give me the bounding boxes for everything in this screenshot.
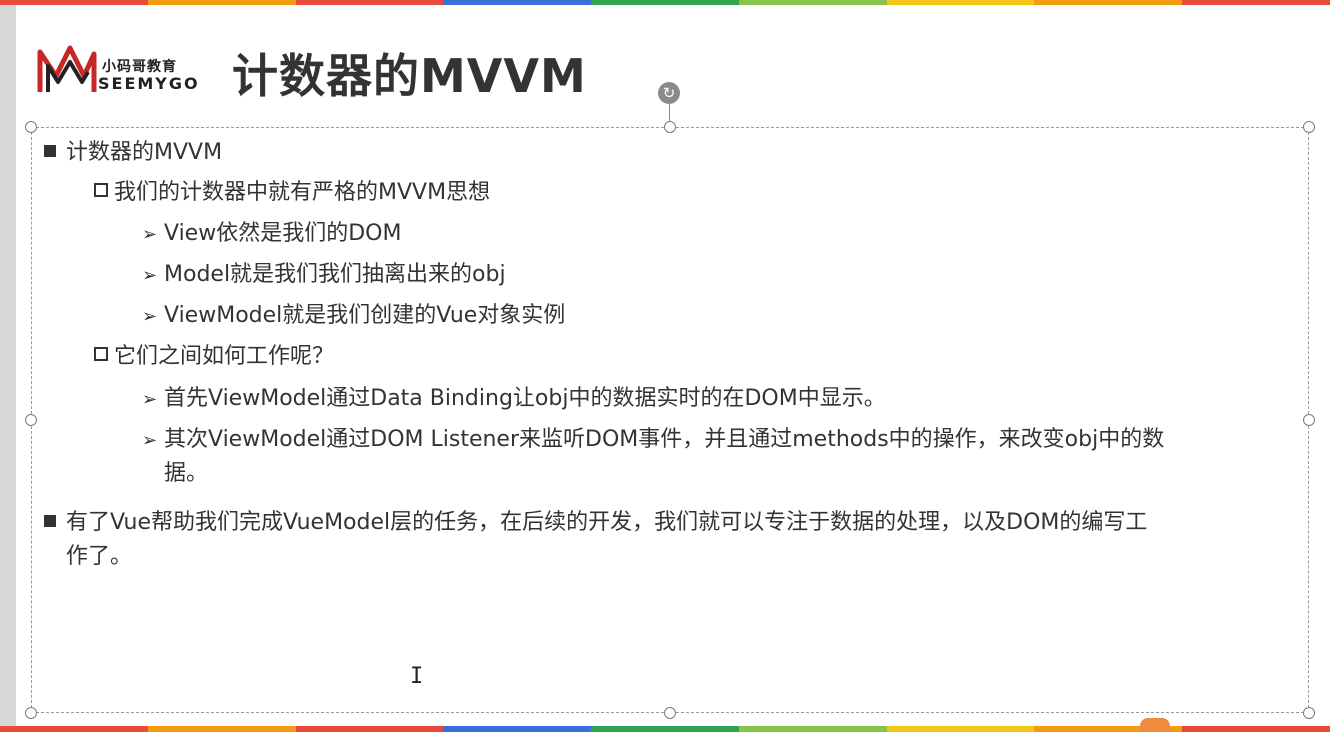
bullet-level3: ➢ 其次ViewModel通过DOM Listener来监听DOM事件，并且通过m…: [142, 426, 1164, 455]
arrow-bullet-icon: ➢: [142, 389, 158, 410]
rotate-handle-stem: [669, 104, 670, 122]
seemygo-logo: 小码哥教育 SEEMYGO: [36, 40, 206, 100]
slide-title[interactable]: 计数器的MVVM: [232, 40, 587, 106]
bullet-text[interactable]: 首先ViewModel通过Data Binding让obj中的数据实时的在DOM…: [164, 386, 886, 411]
arrow-bullet-icon: ➢: [142, 265, 158, 286]
resize-handle-top[interactable]: [664, 121, 676, 133]
bullet-level1: 计数器的MVVM: [44, 139, 222, 167]
square-bullet-icon: [44, 515, 56, 527]
resize-handle-right[interactable]: [1303, 414, 1315, 426]
bullet-continuation[interactable]: 作了。: [66, 543, 132, 571]
resize-handle-bottom[interactable]: [664, 707, 676, 719]
bullet-level3: ➢ ViewModel就是我们创建的Vue对象实例: [142, 302, 565, 331]
arrow-bullet-icon: ➢: [142, 430, 158, 451]
hollow-square-bullet-icon: [94, 183, 108, 197]
bullet-text[interactable]: 我们的计数器中就有严格的MVVM思想: [114, 180, 490, 205]
bullet-level3: ➢ View依然是我们的DOM: [142, 220, 401, 249]
bullet-level3: ➢ 首先ViewModel通过Data Binding让obj中的数据实时的在DO…: [142, 385, 886, 414]
bullet-text[interactable]: 其次ViewModel通过DOM Listener来监听DOM事件，并且通过me…: [164, 427, 1164, 452]
bullet-text[interactable]: Model就是我们我们抽离出来的obj: [164, 262, 506, 287]
bullet-level1: 有了Vue帮助我们完成VueModel层的任务，在后续的开发，我们就可以专注于数…: [44, 509, 1147, 537]
logo-english-text: SEEMYGO: [98, 74, 200, 93]
slide-left-edge: [0, 5, 16, 726]
bullet-continuation[interactable]: 据。: [164, 460, 208, 488]
resize-handle-left[interactable]: [25, 414, 37, 426]
bullet-level2: 它们之间如何工作呢？: [94, 343, 334, 371]
rotate-handle-icon[interactable]: ↻: [658, 82, 680, 104]
hollow-square-bullet-icon: [94, 347, 108, 361]
text-cursor-icon: I: [410, 664, 424, 689]
bullet-text[interactable]: View依然是我们的DOM: [164, 221, 401, 246]
bullet-text[interactable]: ViewModel就是我们创建的Vue对象实例: [164, 303, 565, 328]
arrow-bullet-icon: ➢: [142, 306, 158, 327]
resize-handle-top-left[interactable]: [25, 121, 37, 133]
resize-handle-top-right[interactable]: [1303, 121, 1315, 133]
bullet-level2: 我们的计数器中就有严格的MVVM思想: [94, 179, 490, 207]
bullet-text[interactable]: 它们之间如何工作呢？: [114, 344, 334, 369]
bullet-text[interactable]: 有了Vue帮助我们完成VueModel层的任务，在后续的开发，我们就可以专注于数…: [66, 510, 1147, 535]
logo-chinese-text: 小码哥教育: [102, 59, 177, 75]
corner-badge-icon: [1140, 718, 1170, 732]
resize-handle-bottom-left[interactable]: [25, 707, 37, 719]
square-bullet-icon: [44, 145, 56, 157]
resize-handle-bottom-right[interactable]: [1303, 707, 1315, 719]
seemygo-logo-icon: [37, 45, 97, 92]
selected-text-box[interactable]: [31, 127, 1309, 713]
bullet-level3: ➢ Model就是我们我们抽离出来的obj: [142, 261, 506, 290]
arrow-bullet-icon: ➢: [142, 224, 158, 245]
bottom-color-strip: [0, 726, 1330, 732]
bullet-text[interactable]: 计数器的MVVM: [66, 140, 222, 165]
